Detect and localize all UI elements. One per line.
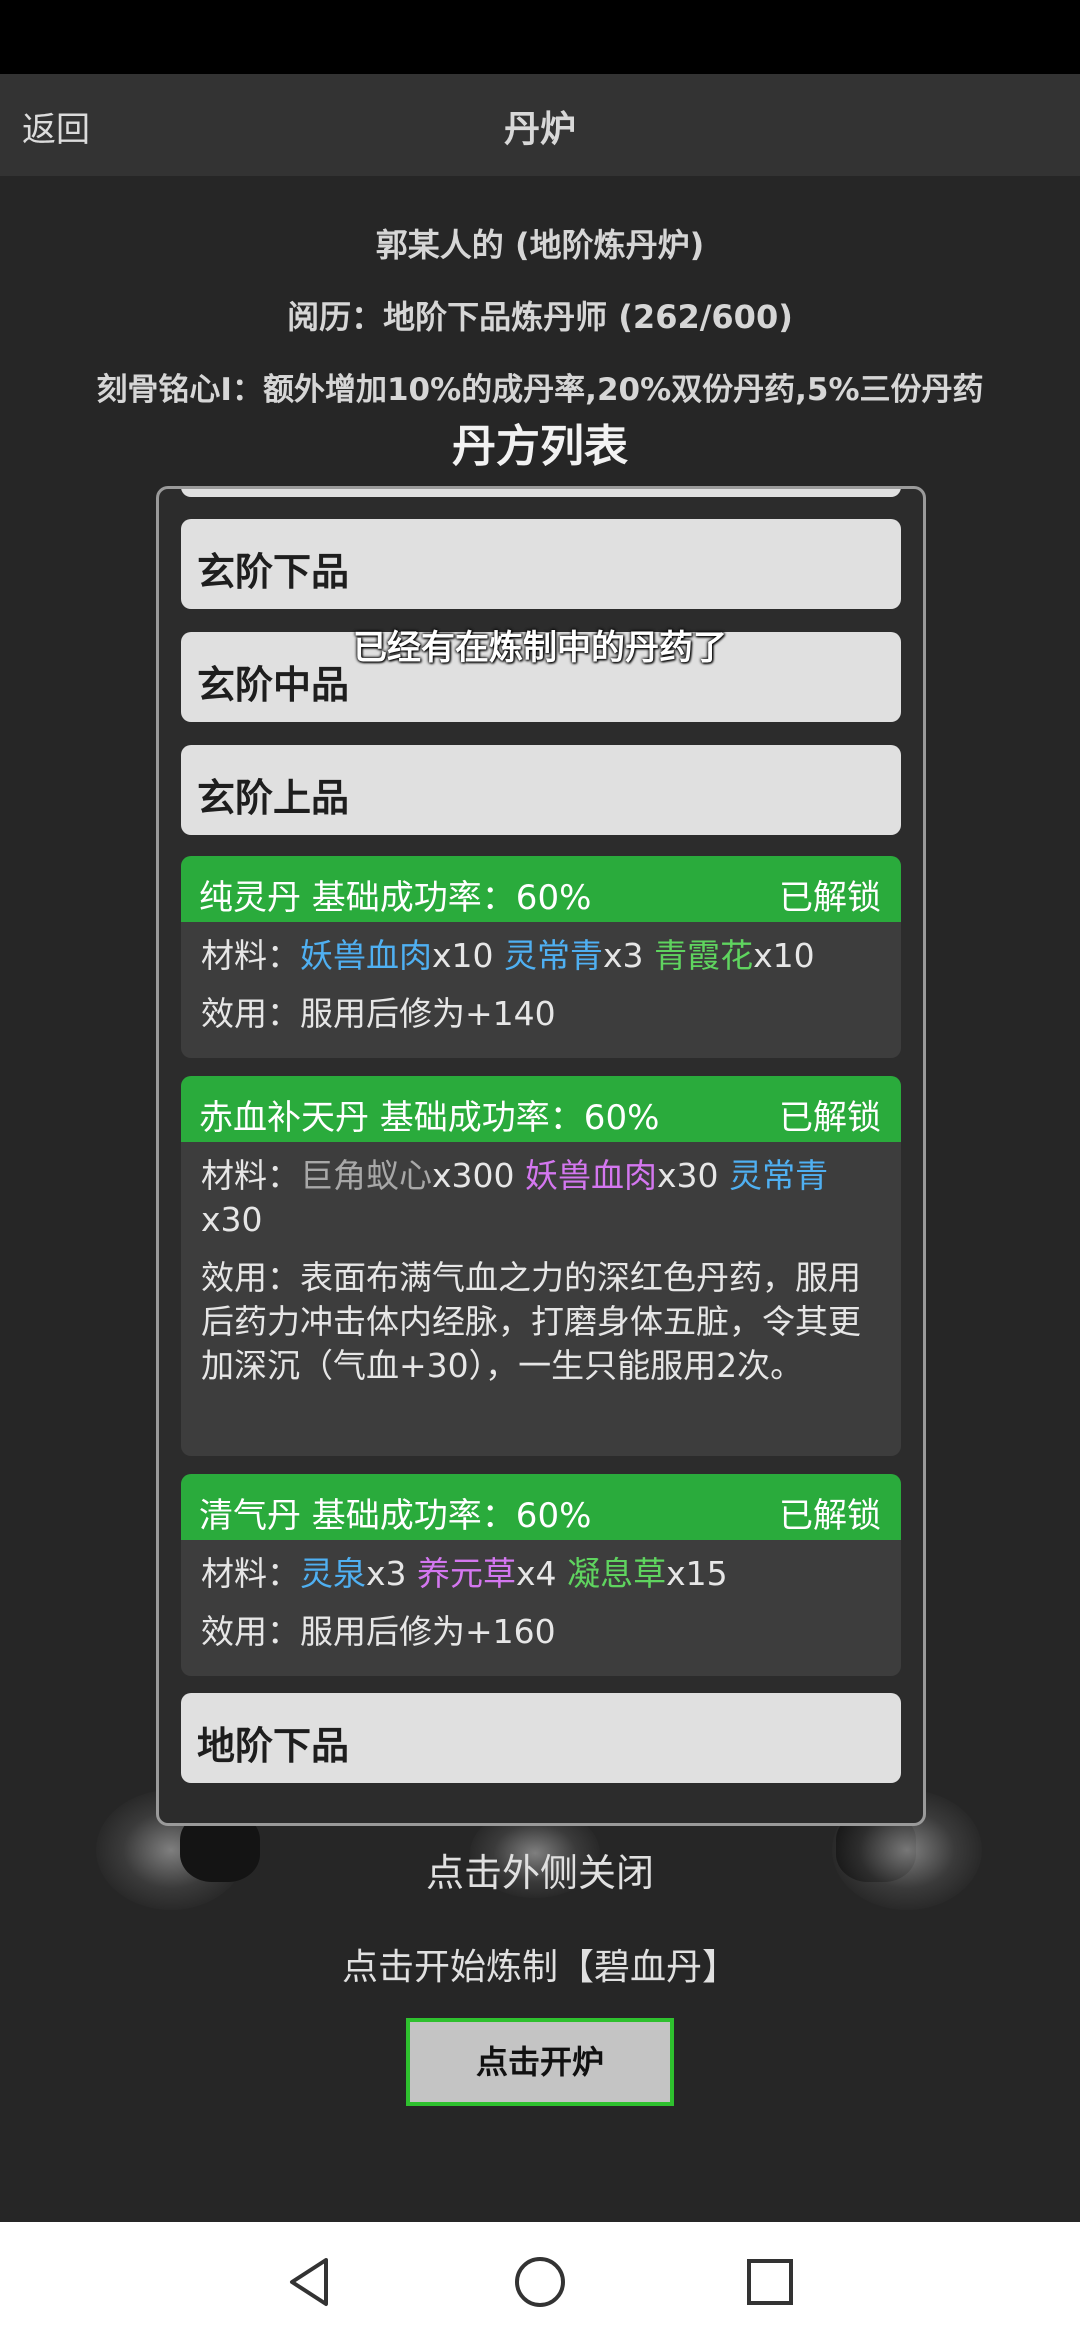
grade-item-xuan-high[interactable]: 玄阶上品 <box>181 745 901 835</box>
grade-item-di-low[interactable]: 地阶下品 <box>181 1693 901 1783</box>
recipe-card[interactable]: 纯灵丹 基础成功率：60% 已解锁 材料：妖兽血肉x10 灵常青x3 青霞花x1… <box>181 856 901 1058</box>
toast-message: 已经有在炼制中的丹药了 <box>353 628 727 668</box>
system-nav-bar <box>0 2222 1080 2340</box>
material-name: 妖兽血肉 <box>300 936 432 975</box>
grade-item-partial <box>181 489 901 497</box>
unlock-status: 已解锁 <box>779 878 881 918</box>
materials-row: 材料：灵泉x3 养元草x4 凝息草x15 <box>201 1554 728 1593</box>
app-header: 返回 丹炉 <box>0 74 1080 176</box>
recipe-title: 清气丹 基础成功率：60% <box>199 1496 592 1536</box>
effect-row: 效用：服用后修为+160 <box>201 1612 556 1651</box>
recipe-list-modal[interactable]: 玄阶下品 玄阶中品 玄阶上品 纯灵丹 基础成功率：60% 已解锁 材料：妖兽血肉… <box>156 486 926 1826</box>
furnace-title: 郭某人的 (地阶炼丹炉) <box>375 226 705 264</box>
bonus-text: 刻骨铭心I：额外增加10%的成丹率,20%双份丹药,5%三份丹药 <box>96 372 984 408</box>
material-name: 凝息草 <box>567 1554 667 1593</box>
grade-label: 玄阶下品 <box>197 550 350 594</box>
material-name: 灵泉 <box>300 1554 366 1593</box>
recipe-list-title: 丹方列表 <box>452 421 628 472</box>
material-name: 养元草 <box>417 1554 517 1593</box>
nav-back-icon[interactable] <box>280 2252 340 2312</box>
material-name: 青霞花 <box>654 936 754 975</box>
start-hint: 点击开始炼制【碧血丹】 <box>341 1947 738 1988</box>
effect-row: 效用：服用后修为+140 <box>201 994 556 1033</box>
recipe-card[interactable]: 赤血补天丹 基础成功率：60% 已解锁 材料：巨角蚁心x300 妖兽血肉x30 … <box>181 1076 901 1456</box>
material-name: 灵常青 <box>729 1156 829 1195</box>
nav-recent-icon[interactable] <box>740 2252 800 2312</box>
recipe-title: 赤血补天丹 基础成功率：60% <box>199 1098 660 1138</box>
effect-row: 效用：表面布满气血之力的深红色丹药，服用后药力冲击体内经脉，打磨身体五脏，令其更… <box>201 1258 861 1385</box>
unlock-status: 已解锁 <box>779 1496 881 1536</box>
materials-row: 材料：巨角蚁心x300 妖兽血肉x30 灵常青x30 <box>201 1156 829 1239</box>
page-title: 丹炉 <box>503 109 576 150</box>
grade-label: 地阶下品 <box>197 1724 350 1768</box>
status-bar <box>0 0 1080 74</box>
grade-label: 玄阶上品 <box>197 776 350 820</box>
grade-item-xuan-low[interactable]: 玄阶下品 <box>181 519 901 609</box>
material-name: 灵常青 <box>504 936 604 975</box>
experience-text: 阅历：地阶下品炼丹师 (262/600) <box>287 298 793 336</box>
recipe-header: 赤血补天丹 基础成功率：60% 已解锁 <box>181 1076 901 1142</box>
recipe-title: 纯灵丹 基础成功率：60% <box>199 878 592 918</box>
material-name: 妖兽血肉 <box>525 1156 658 1195</box>
close-hint[interactable]: 点击外侧关闭 <box>0 1842 1080 1897</box>
recipe-header: 清气丹 基础成功率：60% 已解锁 <box>181 1474 901 1540</box>
open-furnace-button[interactable]: 点击开炉 <box>406 2018 674 2106</box>
material-name: 巨角蚁心 <box>300 1156 432 1195</box>
unlock-status: 已解锁 <box>779 1098 881 1138</box>
recipe-header: 纯灵丹 基础成功率：60% 已解锁 <box>181 856 901 922</box>
materials-row: 材料：妖兽血肉x10 灵常青x3 青霞花x10 <box>201 936 815 975</box>
nav-home-icon[interactable] <box>510 2252 570 2312</box>
recipe-card[interactable]: 清气丹 基础成功率：60% 已解锁 材料：灵泉x3 养元草x4 凝息草x15 效… <box>181 1474 901 1676</box>
